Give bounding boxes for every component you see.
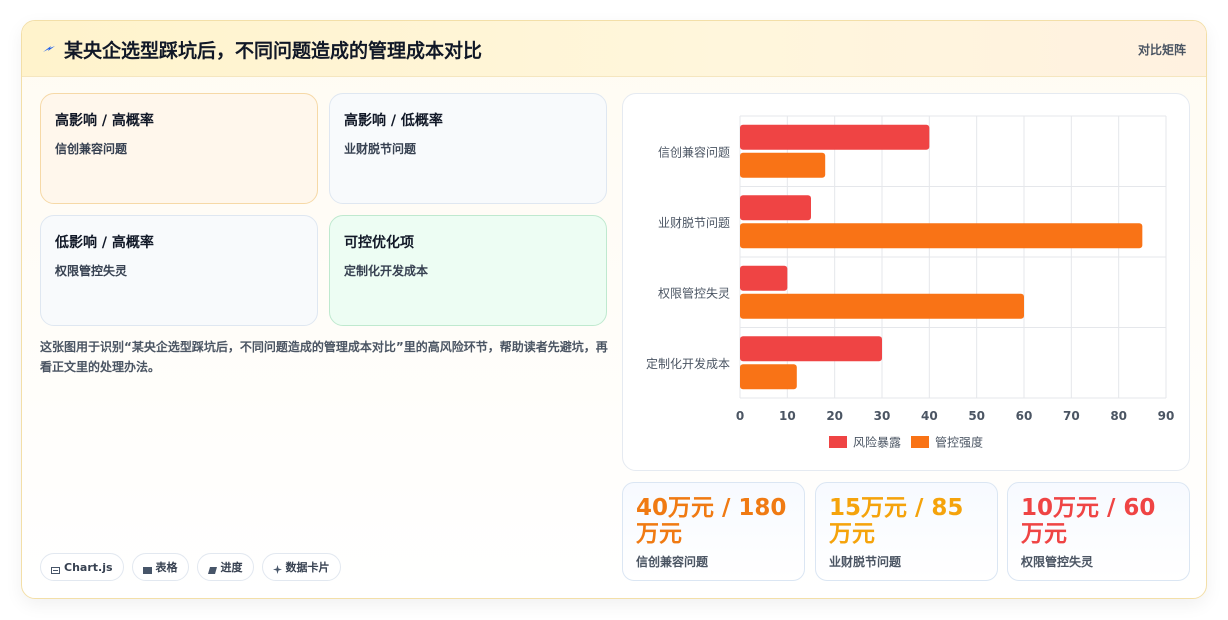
pill-label: Chart.js: [64, 560, 113, 574]
stat-label: 信创兼容问题: [636, 555, 709, 569]
bar-risk: [740, 336, 882, 362]
bar-risk: [740, 195, 811, 221]
x-tick-label: 90: [1158, 409, 1175, 423]
table-icon: [142, 564, 152, 574]
stat-card-xinchuang: 40万元 / 180万元 信创兼容问题: [622, 482, 805, 581]
legend-swatch: [829, 436, 847, 448]
pill-progress[interactable]: 进度: [196, 553, 254, 581]
quadrant-title: 高影响 / 低概率: [344, 113, 443, 129]
x-tick-label: 50: [968, 409, 985, 423]
quadrant-title: 可控优化项: [344, 235, 414, 251]
x-tick-label: 80: [1110, 409, 1127, 423]
pill-table[interactable]: 表格: [131, 553, 189, 581]
sparkle-icon: [272, 564, 282, 574]
quadrant-item: 权限管控失灵: [55, 264, 128, 278]
lightning-icon: [43, 46, 55, 52]
quadrant-title: 高影响 / 高概率: [55, 113, 154, 129]
x-tick-label: 30: [874, 409, 891, 423]
pill-label: 进度: [220, 561, 243, 574]
feature-pills: Chart.js 表格 进度 数据卡片: [40, 553, 341, 581]
quadrant-item: 信创兼容问题: [55, 142, 128, 156]
bar-chart-card: 信创兼容问题 业财脱节问题 权限管控失灵定制化开发成本 0 10 20 30 40 50 60 70…: [622, 93, 1190, 471]
stat-value: 40万元 / 180万元: [636, 495, 787, 547]
chart-icon: [51, 564, 60, 574]
x-tick-label: 20: [826, 409, 843, 423]
quadrant-item: 业财脱节问题: [344, 142, 417, 156]
header-tag: 对比矩阵: [1137, 43, 1186, 57]
bar-risk: [740, 265, 788, 291]
category-label: 权限管控失灵: [658, 285, 730, 300]
category-label: 业财脱节问题: [658, 215, 730, 230]
stat-card-yecai: 15万元 / 85万元 业财脱节问题: [815, 482, 998, 581]
stat-value: 10万元 / 60万元: [1021, 495, 1156, 547]
bar-chart: 信创兼容问题业财脱节问题权限管控失灵定制化开发成本 0 10 20 30 40 50 60 70…: [646, 115, 1175, 450]
pill-chartjs[interactable]: Chart.js: [40, 553, 124, 581]
progress-icon: [207, 564, 217, 574]
stat-value: 15万元 / 85万元: [829, 495, 964, 547]
bar-control: [740, 152, 826, 178]
quadrant-title: 低影响 / 高概率: [55, 235, 154, 251]
quadrant-high-impact-high-prob: 高影响 / 高概率 信创兼容问题: [40, 93, 318, 204]
stat-card-quanxian: 10万元 / 60万元 权限管控失灵: [1007, 482, 1190, 581]
main-card: 某央企选型踩坑后，不同问题造成的管理成本对比 对比矩阵 高影响 / 高概率 信创…: [21, 20, 1207, 599]
header: 某央企选型踩坑后，不同问题造成的管理成本对比 对比矩阵: [22, 21, 1206, 77]
page: 某央企选型踩坑后，不同问题造成的管理成本对比 对比矩阵 高影响 / 高概率 信创…: [0, 0, 1228, 620]
x-tick-label: 60: [1016, 409, 1033, 423]
x-tick-label: 0: [736, 409, 744, 423]
quadrant-low-impact-high-prob: 低影响 / 高概率 权限管控失灵: [40, 215, 318, 326]
category-label: 信创兼容问题: [658, 144, 730, 159]
pill-label: 数据卡片: [285, 561, 330, 574]
bar-control: [740, 364, 797, 390]
description: 这张图用于识别“某央企选型踩坑后，不同问题造成的管理成本对比”里的高风险环节，帮…: [40, 340, 608, 374]
page-title: 某央企选型踩坑后，不同问题造成的管理成本对比: [64, 40, 483, 62]
stat-label: 权限管控失灵: [1021, 555, 1094, 569]
bar-control: [740, 293, 1024, 319]
legend-label: 管控强度: [935, 435, 983, 450]
legend-label: 风险暴露: [853, 435, 901, 450]
x-tick-label: 10: [779, 409, 796, 423]
bar-risk: [740, 124, 930, 150]
quadrant-high-impact-low-prob: 高影响 / 低概率 业财脱节问题: [329, 93, 607, 204]
x-tick-label: 40: [921, 409, 938, 423]
quadrant-controllable: 可控优化项 定制化开发成本: [329, 215, 607, 326]
quadrant-item: 定制化开发成本: [344, 264, 429, 278]
category-label: 定制化开发成本: [646, 356, 730, 371]
pill-label: 表格: [155, 561, 178, 574]
stat-label: 业财脱节问题: [829, 555, 902, 569]
bar-control: [740, 223, 1143, 249]
legend-swatch: [911, 436, 929, 448]
pill-data-cards[interactable]: 数据卡片: [261, 553, 341, 581]
x-tick-label: 70: [1063, 409, 1080, 423]
